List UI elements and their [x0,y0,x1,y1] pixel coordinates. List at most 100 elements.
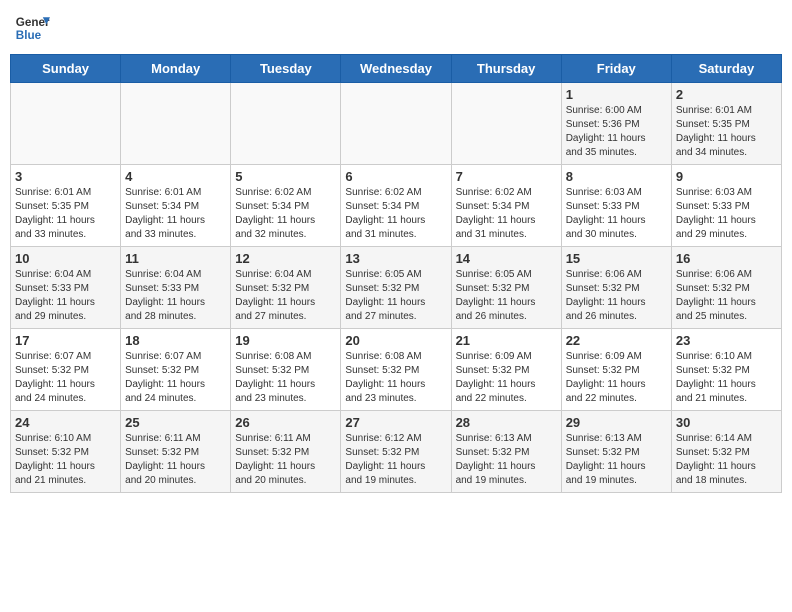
calendar-day-cell: 14Sunrise: 6:05 AM Sunset: 5:32 PM Dayli… [451,247,561,329]
calendar-header-row: SundayMondayTuesdayWednesdayThursdayFrid… [11,55,782,83]
day-info: Sunrise: 6:02 AM Sunset: 5:34 PM Dayligh… [345,186,446,242]
calendar-day-cell: 24 Sunrise: 6:10 AM Sunset: 5:32 PM Dayli… [11,411,121,493]
day-number: 27 [345,415,446,430]
day-number: 21 [456,333,557,348]
day-info: Sunrise: 6:03 AM Sunset: 5:33 PM Dayligh… [566,186,667,242]
calendar-header: SundayMondayTuesdayWednesdayThursdayFrid… [11,55,782,83]
day-number: 30 [676,415,777,430]
calendar-day-cell: 15 Sunrise: 6:06 AM Sunset: 5:32 PM Dayli… [561,247,671,329]
day-number: 8 [566,169,667,184]
day-info: Sunrise: 6:11 AM Sunset: 5:32 PM Dayligh… [125,432,226,488]
day-info: Sunrise: 6:07 AM Sunset: 5:32 PM Dayligh… [15,350,116,406]
day-info: Sunrise: 6:08 AM Sunset: 5:32 PM Dayligh… [235,350,336,406]
day-number: 19 [235,333,336,348]
calendar-day-cell: 17 Sunrise: 6:07 AM Sunset: 5:32 PM Dayli… [11,329,121,411]
day-number: 15 [566,251,667,266]
day-number: 7 [456,169,557,184]
logo-icon: General Blue [14,10,50,46]
calendar-day-cell: 12 Sunrise: 6:04 AM Sunset: 5:32 PM Dayli… [231,247,341,329]
day-info: Sunrise: 6:09 AM Sunset: 5:32 PM Dayligh… [456,350,557,406]
day-info: Sunrise: 6:06 AM Sunset: 5:32 PM Dayligh… [566,268,667,324]
day-info: Sunrise: 6:01 AM Sunset: 5:35 PM Dayligh… [15,186,116,242]
calendar-week-row: 1 Sunrise: 6:00 AM Sunset: 5:36 PM Daylig… [11,83,782,165]
calendar-header-cell: Monday [121,55,231,83]
day-info: Sunrise: 6:04 AM Sunset: 5:33 PM Dayligh… [15,268,116,324]
day-number: 29 [566,415,667,430]
calendar-week-row: 17 Sunrise: 6:07 AM Sunset: 5:32 PM Dayli… [11,329,782,411]
page-header: General Blue [10,10,782,46]
calendar-day-cell: 13 Sunrise: 6:05 AM Sunset: 5:32 PM Dayli… [341,247,451,329]
day-info: Sunrise: 6:14 AM Sunset: 5:32 PM Dayligh… [676,432,777,488]
day-info: Sunrise: 6:10 AM Sunset: 5:32 PM Dayligh… [15,432,116,488]
calendar-day-cell: 8 Sunrise: 6:03 AM Sunset: 5:33 PM Daylig… [561,165,671,247]
day-info: Sunrise: 6:02 AM Sunset: 5:34 PM Dayligh… [235,186,336,242]
calendar-table: SundayMondayTuesdayWednesdayThursdayFrid… [10,54,782,493]
day-number: 5 [235,169,336,184]
day-info: Sunrise: 6:05 AM Sunset: 5:32 PM Dayligh… [345,268,446,324]
calendar-week-row: 3 Sunrise: 6:01 AM Sunset: 5:35 PM Daylig… [11,165,782,247]
calendar-day-cell: 18 Sunrise: 6:07 AM Sunset: 5:32 PM Dayli… [121,329,231,411]
calendar-day-cell: 29 Sunrise: 6:13 AM Sunset: 5:32 PM Dayli… [561,411,671,493]
calendar-body: 1 Sunrise: 6:00 AM Sunset: 5:36 PM Daylig… [11,83,782,493]
day-info: Sunrise: 6:09 AM Sunset: 5:32 PM Dayligh… [566,350,667,406]
day-number: 17 [15,333,116,348]
day-number: 24 [15,415,116,430]
calendar-day-cell [11,83,121,165]
day-info: Sunrise: 6:00 AM Sunset: 5:36 PM Dayligh… [566,104,667,160]
calendar-day-cell: 27Sunrise: 6:12 AM Sunset: 5:32 PM Dayli… [341,411,451,493]
calendar-day-cell: 2 Sunrise: 6:01 AM Sunset: 5:35 PM Daylig… [671,83,781,165]
day-info: Sunrise: 6:08 AM Sunset: 5:32 PM Dayligh… [345,350,446,406]
calendar-header-cell: Friday [561,55,671,83]
day-number: 18 [125,333,226,348]
day-number: 28 [456,415,557,430]
calendar-day-cell: 19 Sunrise: 6:08 AM Sunset: 5:32 PM Dayli… [231,329,341,411]
calendar-day-cell [231,83,341,165]
day-number: 23 [676,333,777,348]
day-number: 1 [566,87,667,102]
calendar-day-cell [121,83,231,165]
day-number: 14 [456,251,557,266]
calendar-day-cell: 25 Sunrise: 6:11 AM Sunset: 5:32 PM Dayli… [121,411,231,493]
calendar-day-cell: 6Sunrise: 6:02 AM Sunset: 5:34 PM Daylig… [341,165,451,247]
svg-text:Blue: Blue [16,29,42,42]
day-number: 13 [345,251,446,266]
calendar-day-cell: 26Sunrise: 6:11 AM Sunset: 5:32 PM Dayli… [231,411,341,493]
day-info: Sunrise: 6:10 AM Sunset: 5:32 PM Dayligh… [676,350,777,406]
day-number: 12 [235,251,336,266]
calendar-header-cell: Wednesday [341,55,451,83]
day-info: Sunrise: 6:01 AM Sunset: 5:35 PM Dayligh… [676,104,777,160]
day-info: Sunrise: 6:13 AM Sunset: 5:32 PM Dayligh… [566,432,667,488]
calendar-day-cell [341,83,451,165]
calendar-day-cell: 1 Sunrise: 6:00 AM Sunset: 5:36 PM Daylig… [561,83,671,165]
calendar-header-cell: Sunday [11,55,121,83]
day-number: 9 [676,169,777,184]
calendar-day-cell: 11Sunrise: 6:04 AM Sunset: 5:33 PM Dayli… [121,247,231,329]
day-info: Sunrise: 6:02 AM Sunset: 5:34 PM Dayligh… [456,186,557,242]
day-info: Sunrise: 6:01 AM Sunset: 5:34 PM Dayligh… [125,186,226,242]
day-number: 11 [125,251,226,266]
day-info: Sunrise: 6:13 AM Sunset: 5:32 PM Dayligh… [456,432,557,488]
calendar-header-cell: Saturday [671,55,781,83]
day-number: 2 [676,87,777,102]
calendar-day-cell: 30 Sunrise: 6:14 AM Sunset: 5:32 PM Dayli… [671,411,781,493]
day-info: Sunrise: 6:03 AM Sunset: 5:33 PM Dayligh… [676,186,777,242]
calendar-day-cell: 22 Sunrise: 6:09 AM Sunset: 5:32 PM Dayli… [561,329,671,411]
day-info: Sunrise: 6:07 AM Sunset: 5:32 PM Dayligh… [125,350,226,406]
calendar-day-cell: 28 Sunrise: 6:13 AM Sunset: 5:32 PM Dayli… [451,411,561,493]
calendar-day-cell: 9 Sunrise: 6:03 AM Sunset: 5:33 PM Daylig… [671,165,781,247]
day-info: Sunrise: 6:06 AM Sunset: 5:32 PM Dayligh… [676,268,777,324]
calendar-header-cell: Thursday [451,55,561,83]
day-number: 3 [15,169,116,184]
day-number: 16 [676,251,777,266]
day-number: 25 [125,415,226,430]
calendar-day-cell: 3 Sunrise: 6:01 AM Sunset: 5:35 PM Daylig… [11,165,121,247]
calendar-week-row: 10 Sunrise: 6:04 AM Sunset: 5:33 PM Dayli… [11,247,782,329]
day-number: 4 [125,169,226,184]
day-info: Sunrise: 6:04 AM Sunset: 5:32 PM Dayligh… [235,268,336,324]
calendar-day-cell: 21 Sunrise: 6:09 AM Sunset: 5:32 PM Dayli… [451,329,561,411]
day-number: 20 [345,333,446,348]
logo: General Blue [14,10,50,46]
calendar-day-cell: 16 Sunrise: 6:06 AM Sunset: 5:32 PM Dayli… [671,247,781,329]
day-number: 22 [566,333,667,348]
day-number: 10 [15,251,116,266]
